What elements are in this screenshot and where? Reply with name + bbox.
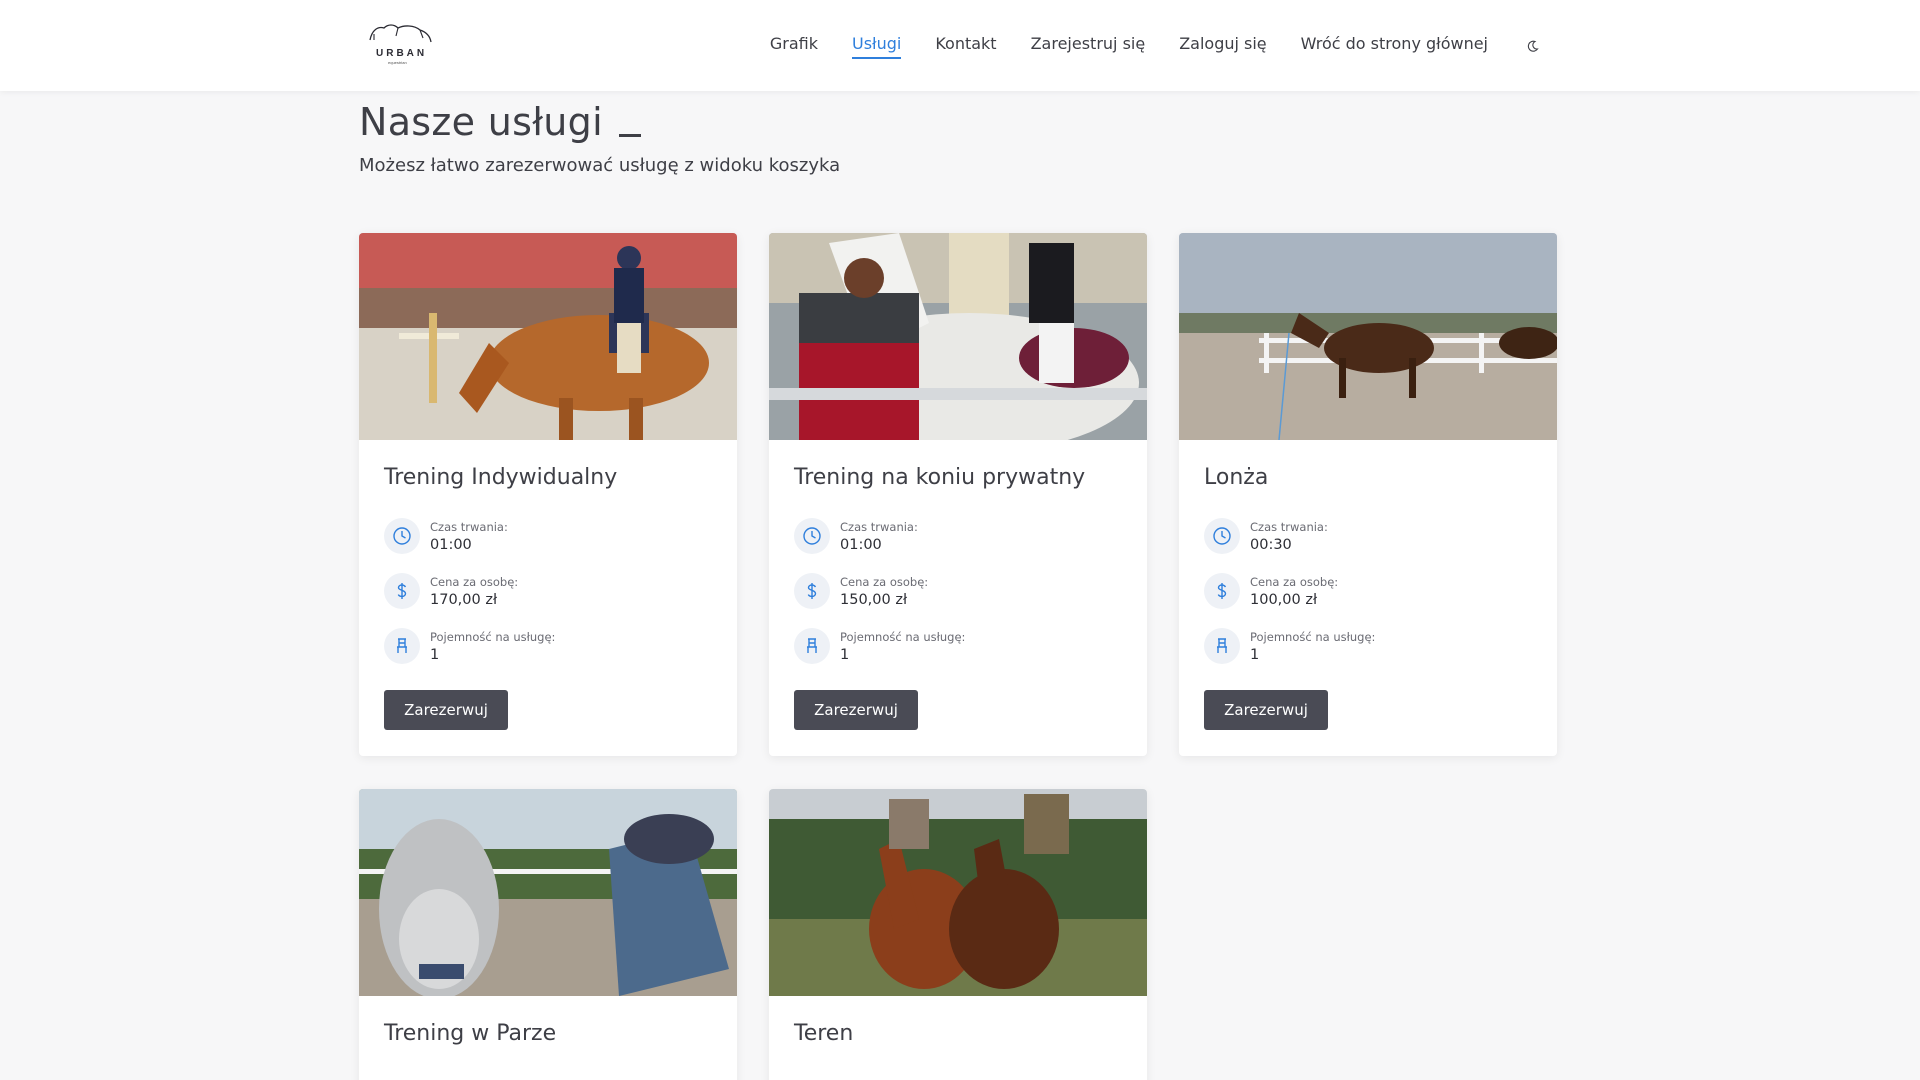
duration-label: Czas trwania: [1250, 520, 1328, 534]
reserve-button[interactable]: Zarezerwuj [794, 690, 918, 730]
service-title: Lonża [1204, 465, 1269, 490]
clock-icon [794, 518, 830, 554]
service-title: Trening Indywidualny [384, 465, 618, 490]
page-subtitle: Możesz łatwo zarezerwować usługę z widok… [359, 155, 841, 176]
service-image [359, 789, 737, 996]
chair-icon [794, 628, 830, 664]
logo[interactable]: URBAN equestrian [368, 22, 434, 68]
logo-text: URBAN [376, 48, 428, 59]
capacity-label: Pojemność na usługę: [430, 630, 556, 644]
dollar-icon [1204, 573, 1240, 609]
capacity-value: 1 [430, 647, 440, 663]
page-title: Nasze usługi [359, 100, 641, 144]
price-value: 170,00 zł [430, 592, 498, 608]
price-label: Cena za osobę: [430, 575, 519, 589]
reserve-button[interactable]: Zarezerwuj [384, 690, 508, 730]
duration-value: 01:00 [430, 537, 472, 553]
main-nav: Grafik Usługi Kontakt Zarejestruj się Za… [770, 30, 1540, 62]
nav-item-register[interactable]: Zarejestruj się [1031, 34, 1146, 59]
duration-value: 00:30 [1250, 537, 1292, 553]
nav-item-login[interactable]: Zaloguj się [1179, 34, 1266, 59]
service-card: Teren [769, 789, 1147, 1080]
nav-item-uslugi[interactable]: Usługi [851, 34, 902, 59]
duration-row: Czas trwania: 00:30 [1204, 518, 1524, 558]
site-header: URBAN equestrian Grafik Usługi Kontakt Z… [0, 0, 1920, 91]
duration-label: Czas trwania: [840, 520, 918, 534]
nav-item-grafik[interactable]: Grafik [770, 34, 818, 59]
service-card: Trening Indywidualny Czas trwania: 01:00… [359, 233, 737, 756]
price-row: Cena za osobę: 150,00 zł [794, 573, 1114, 613]
duration-value: 01:00 [840, 537, 882, 553]
price-value: 150,00 zł [840, 592, 908, 608]
service-card: Lonża Czas trwania: 00:30 Cena za osobę:… [1179, 233, 1557, 756]
chair-icon [1204, 628, 1240, 664]
capacity-value: 1 [1250, 647, 1260, 663]
duration-row: Czas trwania: 01:00 [794, 518, 1114, 558]
service-card: Trening na koniu prywatny Czas trwania: … [769, 233, 1147, 756]
service-image [769, 789, 1147, 996]
nav-item-home[interactable]: Wróć do strony głównej [1301, 34, 1488, 59]
service-title: Teren [794, 1021, 854, 1046]
dollar-icon [384, 573, 420, 609]
service-image [359, 233, 737, 440]
capacity-row: Pojemność na usługę: 1 [1204, 628, 1524, 668]
capacity-row: Pojemność na usługę: 1 [794, 628, 1114, 668]
chair-icon [384, 628, 420, 664]
reserve-button[interactable]: Zarezerwuj [1204, 690, 1328, 730]
service-card: Trening w Parze [359, 789, 737, 1080]
capacity-label: Pojemność na usługę: [1250, 630, 1376, 644]
clock-icon [384, 518, 420, 554]
price-label: Cena za osobę: [840, 575, 929, 589]
page-title-text: Nasze usługi [359, 100, 603, 144]
title-cursor [618, 134, 641, 137]
capacity-label: Pojemność na usługę: [840, 630, 966, 644]
price-label: Cena za osobę: [1250, 575, 1339, 589]
service-image [769, 233, 1147, 440]
dollar-icon [794, 573, 830, 609]
service-image [1179, 233, 1557, 440]
price-value: 100,00 zł [1250, 592, 1318, 608]
moon-icon[interactable] [1526, 39, 1540, 53]
capacity-value: 1 [840, 647, 850, 663]
capacity-row: Pojemność na usługę: 1 [384, 628, 704, 668]
service-title: Trening na koniu prywatny [794, 465, 1086, 490]
nav-item-kontakt[interactable]: Kontakt [935, 34, 996, 59]
logo-subtext: equestrian [388, 60, 407, 65]
clock-icon [1204, 518, 1240, 554]
service-title: Trening w Parze [384, 1021, 557, 1046]
duration-label: Czas trwania: [430, 520, 508, 534]
price-row: Cena za osobę: 100,00 zł [1204, 573, 1524, 613]
duration-row: Czas trwania: 01:00 [384, 518, 704, 558]
price-row: Cena za osobę: 170,00 zł [384, 573, 704, 613]
